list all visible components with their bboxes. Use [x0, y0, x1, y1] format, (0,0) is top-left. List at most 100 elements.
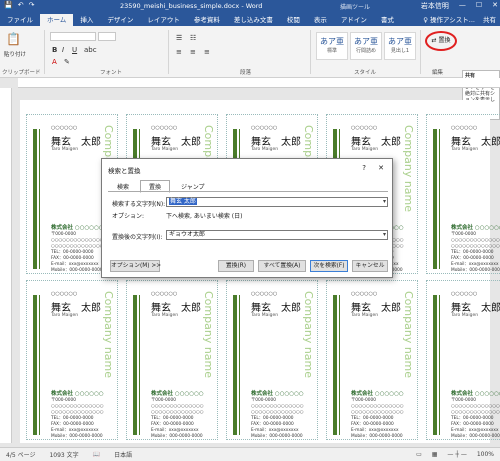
- tab-format[interactable]: 書式: [374, 14, 401, 26]
- word-count[interactable]: 1093 文字: [49, 450, 78, 459]
- find-value: 舞玄 太郎: [169, 198, 197, 205]
- bullets-icon[interactable]: ☰: [176, 34, 182, 42]
- minimize-icon[interactable]: —: [459, 1, 466, 11]
- find-next-button[interactable]: 次を検索(F): [310, 260, 348, 272]
- zoom-slider[interactable]: — ┼ —: [447, 451, 466, 458]
- business-card[interactable]: ○○○○○○舞玄 太郎Taro MaigenCompany name株式会社 ○…: [226, 280, 318, 440]
- business-card[interactable]: ○○○○○○舞玄 太郎Taro MaigenCompany name株式会社 ○…: [426, 280, 500, 440]
- help-icon[interactable]: ?: [362, 164, 366, 172]
- style-label: 行間詰め: [355, 48, 376, 54]
- card-romaji: Taro Maigen: [251, 313, 279, 318]
- align-left-icon[interactable]: ≡: [176, 48, 182, 56]
- highlight-icon[interactable]: ✎: [64, 58, 70, 66]
- card-stripe: [233, 295, 237, 435]
- window-title: 23590_meishi_business_simple.docx - Word: [120, 2, 263, 10]
- align-right-icon[interactable]: ≡: [204, 48, 210, 56]
- style-heading1[interactable]: あア亜 見出し1: [384, 32, 416, 60]
- font-color-icon[interactable]: A: [52, 58, 57, 66]
- tab-mailings[interactable]: 差し込み文書: [227, 14, 280, 26]
- horizontal-ruler[interactable]: [18, 78, 500, 88]
- tab-layout[interactable]: レイアウト: [140, 14, 187, 26]
- italic-icon[interactable]: I: [62, 46, 64, 54]
- paragraph-group-label: 段落: [240, 70, 252, 76]
- divider: [44, 30, 45, 74]
- vertical-ruler[interactable]: [0, 88, 12, 443]
- maximize-icon[interactable]: ☐: [476, 1, 482, 11]
- card-romaji: Taro Maigen: [51, 147, 79, 152]
- card-company: 株式会社 ○○○○○○: [451, 225, 500, 231]
- business-card[interactable]: ○○○○○○舞玄 太郎Taro MaigenCompany name株式会社 ○…: [126, 280, 218, 440]
- card-romaji: Taro Maigen: [351, 313, 379, 318]
- print-layout-icon[interactable]: ▦: [432, 451, 438, 458]
- divider: [420, 30, 421, 74]
- dialog-title: 検索と置換: [108, 167, 141, 175]
- card-name: 舞玄 太郎: [451, 137, 500, 148]
- tab-addins[interactable]: アドイン: [334, 14, 374, 26]
- card-stripe: [439, 129, 440, 269]
- business-card[interactable]: ○○○○○○舞玄 太郎Taro MaigenCompany name株式会社 ○…: [26, 280, 118, 440]
- numbering-icon[interactable]: ☷: [190, 34, 196, 42]
- zoom-level[interactable]: 100%: [477, 451, 494, 458]
- tell-me-box[interactable]: ♀ 操作アシスト...: [423, 14, 475, 26]
- language[interactable]: 日本語: [114, 450, 132, 459]
- business-card[interactable]: ○○○○○○舞玄 太郎Taro MaigenCompany name株式会社 ○…: [326, 280, 418, 440]
- card-detail-line: Mobile：000-0000-0000: [251, 434, 303, 439]
- font-name-select[interactable]: [50, 32, 96, 41]
- replace-one-button[interactable]: 置換(R): [218, 260, 254, 272]
- title-bar: 💾 ↶ ↷ 23590_meishi_business_simple.docx …: [0, 0, 500, 13]
- find-input[interactable]: 舞玄 太郎 ▾: [166, 197, 388, 207]
- strikethrough-icon[interactable]: abc: [84, 46, 97, 54]
- proofing-icon[interactable]: 📖: [93, 451, 100, 458]
- close-icon[interactable]: ✕: [492, 1, 498, 11]
- paste-label[interactable]: 貼り付け: [4, 50, 26, 58]
- cancel-button[interactable]: キャンセル: [352, 260, 388, 272]
- tab-view[interactable]: 表示: [307, 14, 334, 26]
- card-stripe: [139, 295, 140, 435]
- style-normal[interactable]: あア亜 標準: [316, 32, 348, 60]
- card-name: 舞玄 太郎: [151, 137, 201, 148]
- chevron-down-icon[interactable]: ▾: [383, 198, 386, 206]
- card-details: 〒000-0000○○○○○○○○○○○○○○○○○○○○○○○○○○○○TEL…: [251, 398, 304, 439]
- card-company: 株式会社 ○○○○○○: [451, 391, 500, 397]
- card-company: 株式会社 ○○○○○○: [251, 391, 304, 397]
- style-no-spacing[interactable]: あア亜 行間詰め: [350, 32, 382, 60]
- card-company: 株式会社 ○○○○○○: [351, 391, 404, 397]
- tab-design[interactable]: デザイン: [100, 14, 140, 26]
- card-detail-line: Mobile：000-0000-0000: [451, 434, 500, 439]
- share-button[interactable]: 共有: [483, 14, 496, 26]
- undo-icon[interactable]: ↶: [18, 1, 24, 9]
- bold-icon[interactable]: B: [52, 46, 57, 54]
- tab-references[interactable]: 参考資料: [187, 14, 227, 26]
- underline-icon[interactable]: U: [72, 46, 77, 54]
- replace-button[interactable]: ⇄ 置換: [425, 31, 457, 51]
- tab-review[interactable]: 校閲: [280, 14, 307, 26]
- card-details: 〒000-0000○○○○○○○○○○○○○○○○○○○○○○○○○○○○TEL…: [51, 398, 104, 439]
- save-icon[interactable]: 💾: [4, 1, 13, 9]
- tab-home[interactable]: ホーム: [40, 14, 74, 26]
- card-details: 〒000-0000○○○○○○○○○○○○○○○○○○○○○○○○○○○○TEL…: [151, 398, 204, 439]
- card-name: 舞玄 太郎: [151, 303, 201, 314]
- chevron-down-icon[interactable]: ▾: [383, 231, 386, 239]
- replace-all-button[interactable]: すべて置換(A): [258, 260, 306, 272]
- user-name[interactable]: 岩本信明: [421, 1, 449, 11]
- paste-icon[interactable]: 📋: [6, 32, 21, 46]
- page-count[interactable]: 4/5 ページ: [6, 450, 35, 459]
- font-size-select[interactable]: [98, 32, 116, 41]
- tab-file[interactable]: ファイル: [0, 14, 40, 26]
- options-label: オプション:: [112, 213, 145, 220]
- find-replace-dialog: 検索と置換 ? ✕ 検索 置換 ジャンプ 検索する文字列(N): 舞玄 太郎 ▾…: [101, 158, 393, 278]
- card-company: 株式会社 ○○○○○○: [51, 225, 104, 231]
- more-options-button[interactable]: オプション(M) >>: [110, 260, 161, 272]
- dialog-close-icon[interactable]: ✕: [378, 164, 384, 172]
- read-mode-icon[interactable]: ▭: [416, 451, 422, 458]
- styles-group-label: スタイル: [354, 70, 377, 76]
- divider: [108, 191, 388, 192]
- card-stripe: [433, 295, 437, 435]
- card-circles: ○○○○○○: [51, 125, 78, 131]
- business-card[interactable]: ○○○○○○舞玄 太郎Taro MaigenCompany name株式会社 ○…: [426, 114, 500, 274]
- card-romaji: Taro Maigen: [351, 147, 379, 152]
- replace-input[interactable]: ギョウオ太郎 ▾: [166, 230, 388, 240]
- redo-icon[interactable]: ↷: [29, 1, 35, 9]
- tab-insert[interactable]: 挿入: [73, 14, 100, 26]
- align-center-icon[interactable]: ≡: [190, 48, 196, 56]
